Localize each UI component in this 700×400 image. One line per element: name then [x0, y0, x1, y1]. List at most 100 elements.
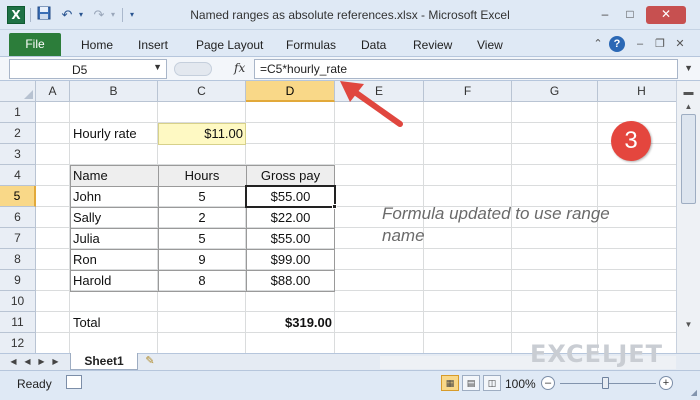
- page-layout-view-icon[interactable]: ▤: [462, 375, 480, 391]
- redo-dropdown-icon[interactable]: ▾: [108, 6, 118, 24]
- normal-view-icon[interactable]: ▦: [441, 375, 459, 391]
- column-header-b[interactable]: B: [70, 81, 158, 102]
- row-header-11[interactable]: 11: [0, 312, 36, 333]
- undo-icon[interactable]: ↶: [58, 6, 76, 24]
- zoom-level[interactable]: 100%: [505, 377, 536, 391]
- column-header-a[interactable]: A: [36, 81, 70, 102]
- customize-qat-icon[interactable]: ▾: [126, 6, 138, 24]
- vertical-scroll-thumb[interactable]: [681, 114, 696, 204]
- tab-insert[interactable]: Insert: [138, 38, 168, 52]
- expand-formula-bar-icon[interactable]: ▼: [684, 63, 693, 73]
- tab-file[interactable]: File: [9, 33, 61, 56]
- active-cell-d5[interactable]: [245, 185, 336, 208]
- prev-sheet-icon[interactable]: ◀: [22, 356, 33, 368]
- formula-input[interactable]: =C5*hourly_rate: [254, 59, 678, 79]
- row-header-2[interactable]: 2: [0, 123, 36, 144]
- last-sheet-icon[interactable]: ▶: [50, 356, 61, 368]
- row-header-1[interactable]: 1: [0, 102, 36, 123]
- insert-function-icon[interactable]: fx: [234, 61, 245, 75]
- scroll-up-icon[interactable]: ▲: [681, 99, 696, 114]
- table-cell-name[interactable]: Ron: [70, 250, 158, 271]
- insert-sheet-icon[interactable]: ✎: [142, 355, 158, 368]
- table-cell-hours[interactable]: 5: [158, 229, 246, 250]
- close-button[interactable]: ✕: [646, 6, 686, 24]
- ribbon-tab-bar: File Home Insert Page Layout Formulas Da…: [0, 30, 700, 57]
- formula-tools: fx: [172, 59, 252, 79]
- table-cell-hours[interactable]: 9: [158, 250, 246, 271]
- table-cell-name[interactable]: Sally: [70, 208, 158, 229]
- tab-review[interactable]: Review: [413, 38, 452, 52]
- total-value[interactable]: $319.00: [246, 313, 335, 334]
- table-header-hours[interactable]: Hours: [158, 166, 246, 187]
- tab-home[interactable]: Home: [81, 38, 113, 52]
- sheet-tab-sheet1[interactable]: Sheet1: [70, 353, 138, 370]
- gridline: [36, 311, 676, 312]
- excel-logo-icon[interactable]: X: [7, 6, 25, 24]
- table-cell-gross-pay[interactable]: $99.00: [246, 250, 335, 271]
- workbook-restore-icon[interactable]: ❐: [652, 36, 668, 52]
- zoom-in-icon[interactable]: +: [659, 376, 673, 390]
- undo-dropdown-icon[interactable]: ▾: [76, 6, 86, 24]
- first-sheet-icon[interactable]: ◀: [8, 356, 19, 368]
- redo-icon[interactable]: ↷: [90, 6, 108, 24]
- page-break-view-icon[interactable]: ◫: [483, 375, 501, 391]
- name-box[interactable]: D5 ▼: [9, 59, 167, 79]
- table-cell-hours[interactable]: 2: [158, 208, 246, 229]
- row-header-7[interactable]: 7: [0, 228, 36, 249]
- watermark-text: EXCELJET: [530, 340, 664, 368]
- formula-bar-resize-handle[interactable]: [174, 62, 212, 76]
- column-header-g[interactable]: G: [512, 81, 598, 102]
- table-cell-gross-pay[interactable]: $55.00: [246, 229, 335, 250]
- table-cell-name[interactable]: John: [70, 187, 158, 208]
- select-all-triangle: [24, 90, 33, 99]
- select-all-corner[interactable]: [0, 81, 36, 102]
- minimize-ribbon-icon[interactable]: ⌃: [590, 36, 606, 52]
- tab-formulas[interactable]: Formulas: [286, 38, 336, 52]
- status-bar: Ready ▦ ▤ ◫ 100% – + ◢: [0, 370, 700, 400]
- table-cell-gross-pay[interactable]: $88.00: [246, 271, 335, 292]
- row-header-9[interactable]: 9: [0, 270, 36, 291]
- table-cell-hours[interactable]: 5: [158, 187, 246, 208]
- tab-page-layout[interactable]: Page Layout: [196, 38, 263, 52]
- workbook-minimize-icon[interactable]: –: [632, 36, 648, 52]
- help-icon[interactable]: ?: [609, 36, 625, 52]
- tab-view[interactable]: View: [477, 38, 503, 52]
- name-box-dropdown-icon[interactable]: ▼: [153, 62, 162, 72]
- table-header-name[interactable]: Name: [70, 166, 158, 187]
- column-header-d[interactable]: D: [246, 81, 335, 102]
- zoom-slider-thumb[interactable]: [602, 377, 609, 389]
- exceljet-watermark: EXCELJET: [530, 340, 663, 368]
- resize-grip-icon[interactable]: ◢: [691, 388, 697, 397]
- column-header-c[interactable]: C: [158, 81, 246, 102]
- hourly-rate-value[interactable]: $11.00: [158, 124, 246, 145]
- maximize-button[interactable]: □: [619, 6, 641, 24]
- vertical-scrollbar[interactable]: ▬ ▲ ▼: [676, 81, 700, 353]
- table-cell-name[interactable]: Julia: [70, 229, 158, 250]
- row-header-8[interactable]: 8: [0, 249, 36, 270]
- table-cell-name[interactable]: Harold: [70, 271, 158, 292]
- column-header-h[interactable]: H: [598, 81, 676, 102]
- workbook-close-icon[interactable]: ✕: [672, 36, 688, 52]
- minimize-button[interactable]: –: [594, 6, 616, 24]
- total-label[interactable]: Total: [70, 313, 158, 334]
- table-cell-gross-pay[interactable]: $22.00: [246, 208, 335, 229]
- zoom-out-icon[interactable]: –: [541, 376, 555, 390]
- save-icon[interactable]: [36, 6, 52, 24]
- row-header-3[interactable]: 3: [0, 144, 36, 165]
- macro-record-icon[interactable]: [66, 375, 82, 389]
- row-header-6[interactable]: 6: [0, 207, 36, 228]
- row-header-10[interactable]: 10: [0, 291, 36, 312]
- row-header-12[interactable]: 12: [0, 333, 36, 353]
- status-ready: Ready: [17, 377, 52, 391]
- row-header-4[interactable]: 4: [0, 165, 36, 186]
- hourly-rate-label[interactable]: Hourly rate: [70, 124, 158, 145]
- fill-handle[interactable]: [332, 204, 337, 209]
- row-header-5[interactable]: 5: [0, 186, 36, 207]
- table-header-gross-pay[interactable]: Gross pay: [246, 166, 335, 187]
- tab-data[interactable]: Data: [361, 38, 386, 52]
- scroll-down-icon[interactable]: ▼: [681, 317, 696, 332]
- column-header-f[interactable]: F: [424, 81, 512, 102]
- next-sheet-icon[interactable]: ▶: [36, 356, 47, 368]
- split-handle-icon[interactable]: ▬: [681, 85, 696, 100]
- table-cell-hours[interactable]: 8: [158, 271, 246, 292]
